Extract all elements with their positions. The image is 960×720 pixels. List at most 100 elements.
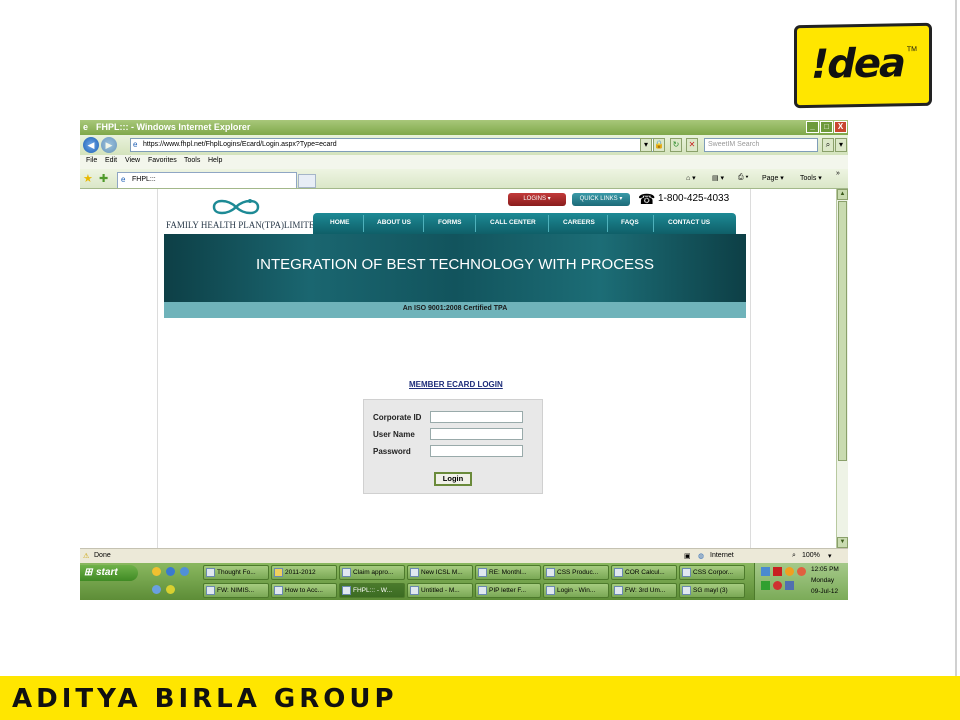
page-viewport: FAMILY HEALTH PLAN(TPA)LIMITED LOGINS ▾ … [80, 189, 836, 548]
more-chevron-icon[interactable]: » [836, 170, 840, 177]
corporate-id-label: Corporate ID [373, 413, 422, 422]
tray-signal-icon[interactable] [761, 581, 770, 590]
search-icon[interactable]: ⌕ [822, 138, 834, 152]
quicklaunch-messenger-icon[interactable] [152, 567, 161, 576]
nav-contact-us[interactable]: CONTACT US [668, 219, 710, 226]
nav-faqs[interactable]: FAQS [621, 219, 639, 226]
task-label: COR Calcul... [625, 569, 665, 576]
favorites-star-icon[interactable]: ★ [83, 172, 93, 185]
zoom-level[interactable]: 100% [802, 552, 820, 559]
nav-divider [653, 215, 654, 232]
member-ecard-login-link[interactable]: MEMBER ECARD LOGIN [409, 380, 503, 389]
back-icon[interactable]: ◀ [83, 137, 99, 153]
status-bar: ⚠ Done ▣ ◍ Internet ⌕ 100% ▾ [80, 548, 848, 563]
task-label: Untitled - M... [421, 587, 460, 594]
window-title-bar[interactable]: e FHPL::: - Windows Internet Explorer _ … [80, 120, 848, 135]
task-claim-approval[interactable]: Claim appro... [339, 565, 405, 580]
main-navigation: HOME ABOUT US FORMS CALL CENTER CAREERS … [313, 213, 736, 234]
clock-time[interactable]: 12:05 PM [811, 566, 839, 573]
maximize-button[interactable]: □ [820, 121, 833, 133]
login-button[interactable]: Login [434, 472, 472, 486]
task-label: PIP letter F... [489, 587, 527, 594]
word-icon [274, 586, 283, 595]
print-icon[interactable]: ⎙ ▾ [738, 174, 749, 182]
task-2011-2012[interactable]: 2011-2012 [271, 565, 337, 580]
iso-certification-bar: An ISO 9001:2008 Certified TPA [164, 302, 746, 318]
idea-logo-text: !dea [811, 40, 904, 88]
vertical-scrollbar[interactable]: ▲ ▼ [836, 189, 848, 548]
stop-icon[interactable]: ✕ [686, 138, 698, 152]
zoom-dropdown-icon[interactable]: ▾ [828, 552, 832, 560]
scroll-thumb[interactable] [838, 201, 847, 461]
fhpl-infinity-logo-icon[interactable] [210, 195, 262, 217]
nav-careers[interactable]: CAREERS [563, 219, 595, 226]
scroll-down-icon[interactable]: ▼ [837, 537, 848, 548]
feeds-icon[interactable]: ▤ ▾ [712, 174, 724, 182]
tray-update-icon[interactable] [797, 567, 806, 576]
quicklaunch-ie-icon[interactable] [166, 567, 175, 576]
quick-links-button[interactable]: QUICK LINKS ▾ [572, 193, 630, 206]
address-dropdown-icon[interactable]: ▾ [640, 138, 652, 152]
tray-messenger-icon[interactable] [785, 567, 794, 576]
new-tab-button[interactable] [298, 174, 316, 188]
task-sg-mayl[interactable]: SG mayl (3) [679, 583, 745, 598]
add-favorite-icon[interactable]: ✚ [99, 172, 108, 185]
task-thought[interactable]: Thought Fo... [203, 565, 269, 580]
quicklaunch-media-icon[interactable] [152, 585, 161, 594]
quicklaunch-app-icon[interactable] [166, 585, 175, 594]
task-login-window[interactable]: Login - Win... [543, 583, 609, 598]
nav-home[interactable]: HOME [330, 219, 350, 226]
mail-icon [410, 568, 419, 577]
menu-favorites[interactable]: Favorites [148, 157, 177, 164]
task-re-monthly[interactable]: RE: Monthl... [475, 565, 541, 580]
lock-icon[interactable]: 🔒 [653, 138, 665, 152]
tray-antivirus-icon[interactable] [773, 567, 782, 576]
phone-icon: ☎ [638, 191, 656, 207]
tray-alert-icon[interactable] [773, 581, 782, 590]
nav-about-us[interactable]: ABOUT US [377, 219, 411, 226]
refresh-icon[interactable]: ↻ [670, 138, 682, 152]
forward-icon[interactable]: ▶ [101, 137, 117, 153]
tools-menu[interactable]: Tools ▾ [800, 174, 822, 182]
mail-icon [546, 568, 555, 577]
user-name-input[interactable] [430, 428, 523, 440]
tray-display-icon[interactable] [785, 581, 794, 590]
minimize-button[interactable]: _ [806, 121, 819, 133]
start-button[interactable]: ⊞ start [80, 565, 138, 581]
scroll-up-icon[interactable]: ▲ [837, 189, 848, 200]
menu-help[interactable]: Help [208, 157, 222, 164]
task-css-product[interactable]: CSS Produc... [543, 565, 609, 580]
quicklaunch-desktop-icon[interactable] [180, 567, 189, 576]
menu-tools[interactable]: Tools [184, 157, 200, 164]
menu-view[interactable]: View [125, 157, 140, 164]
home-icon[interactable]: ⌂ ▾ [686, 174, 696, 182]
page-menu[interactable]: Page ▾ [762, 174, 784, 182]
close-button[interactable]: X [834, 121, 847, 133]
password-input[interactable] [430, 445, 523, 457]
task-fw-nimis[interactable]: FW: NIMIS... [203, 583, 269, 598]
menu-file[interactable]: File [86, 157, 97, 164]
task-fw-3rd[interactable]: FW: 3rd Um... [611, 583, 677, 598]
nav-forms[interactable]: FORMS [438, 219, 461, 226]
task-css-corporate[interactable]: CSS Corpor... [679, 565, 745, 580]
tray-network-icon[interactable] [761, 567, 770, 576]
warning-icon: ⚠ [83, 553, 90, 560]
address-input[interactable]: e https://www.fhpl.net/FhplLogins/Ecard/… [130, 138, 664, 152]
page-margin-right [750, 189, 836, 548]
menu-edit[interactable]: Edit [105, 157, 117, 164]
corporate-id-input[interactable] [430, 411, 523, 423]
status-text: Done [94, 552, 111, 559]
task-how-to-access[interactable]: How to Acc... [271, 583, 337, 598]
search-input[interactable]: SweetIM Search [704, 138, 818, 152]
password-label: Password [373, 447, 411, 456]
nav-call-center[interactable]: CALL CENTER [490, 219, 536, 226]
task-pip-letter[interactable]: PIP letter F... [475, 583, 541, 598]
tab-fhpl[interactable]: e FHPL::: [117, 172, 297, 188]
search-options-icon[interactable]: ▾ [835, 138, 847, 152]
task-new-icsl[interactable]: New ICSL M... [407, 565, 473, 580]
task-cor-calc[interactable]: COR Calcul... [611, 565, 677, 580]
logins-button[interactable]: LOGINS ▾ [508, 193, 566, 206]
task-fhpl-active[interactable]: FHPL::: - W... [339, 583, 405, 598]
task-untitled[interactable]: Untitled - M... [407, 583, 473, 598]
task-label: Thought Fo... [217, 569, 256, 576]
